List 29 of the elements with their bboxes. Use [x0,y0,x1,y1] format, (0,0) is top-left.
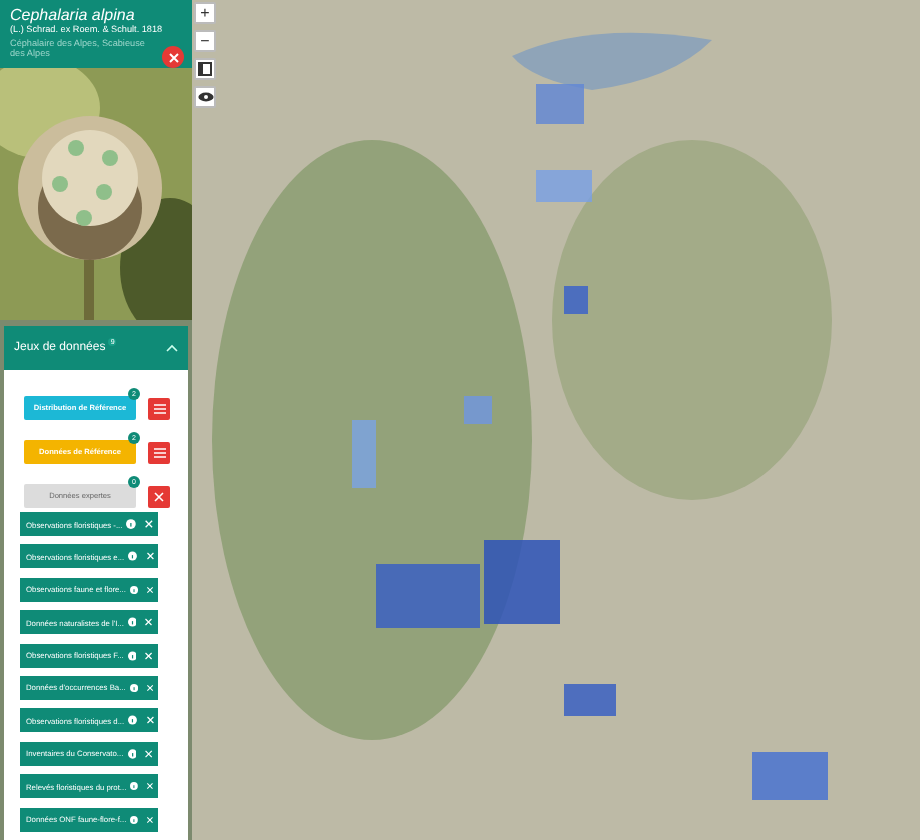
close-icon[interactable] [146,813,154,826]
species-name: Cephalaria alpina [10,6,137,24]
info-icon[interactable] [128,714,138,727]
info-icon[interactable] [129,681,138,694]
close-icon[interactable] [144,747,154,760]
close-icon[interactable] [144,616,154,629]
list-button[interactable] [148,441,170,463]
close-icon[interactable] [145,681,154,694]
list-icon [153,403,165,413]
list-button[interactable] [148,397,170,419]
close-icon [167,51,179,63]
info-icon[interactable] [127,747,137,760]
info-icon[interactable] [126,518,137,530]
info-icon[interactable] [130,813,139,826]
close-icon[interactable] [146,780,154,793]
info-icon[interactable] [127,616,137,629]
info-icon[interactable] [127,649,137,662]
info-icon[interactable] [130,780,139,793]
close-icon [154,491,164,501]
info-icon[interactable] [128,550,138,563]
info-icon[interactable] [129,583,138,596]
list-icon [153,447,165,457]
close-icon[interactable] [145,714,154,727]
close-icon[interactable] [145,550,154,563]
close-button[interactable] [162,46,184,68]
close-icon[interactable] [145,583,154,596]
remove-button[interactable] [148,485,170,507]
close-icon[interactable] [144,518,154,530]
close-icon[interactable] [144,649,154,662]
